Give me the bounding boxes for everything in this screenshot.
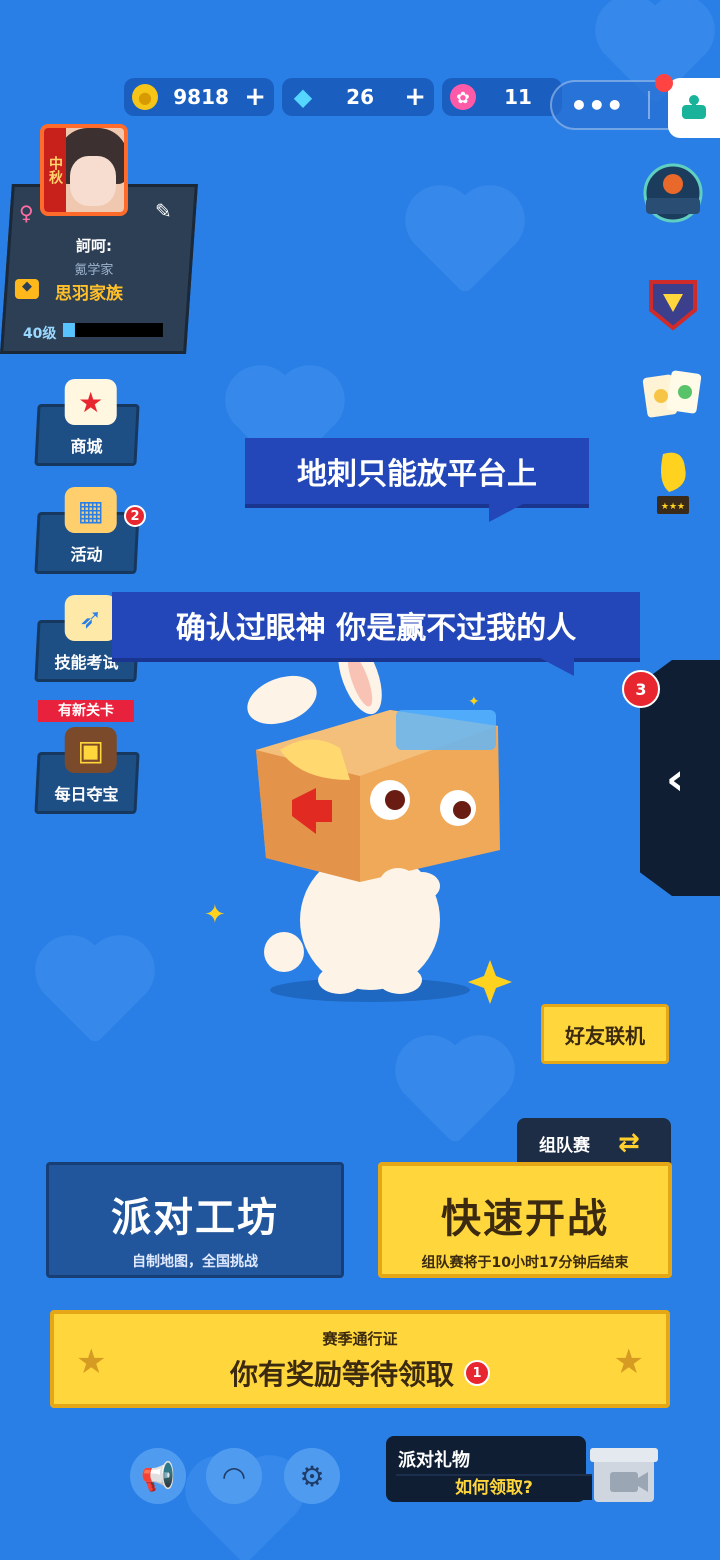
quick-battle-label: 快速开战 <box>441 1196 609 1242</box>
lotus-icon: ✿ <box>450 84 476 110</box>
team-match-label: 组队赛 <box>539 1135 590 1156</box>
settings-button[interactable]: ⚙ <box>284 1448 340 1504</box>
season-pass-message: 你有奖励等待领取 1 <box>230 1353 490 1393</box>
speech-bubble: 确认过眼神 你是赢不过我的人 <box>112 592 640 676</box>
events-button[interactable]: ▦ 活动 <box>34 487 140 574</box>
drawer-badge: 3 <box>622 670 660 708</box>
megaphone-icon: 📢 <box>140 1459 176 1493</box>
diamond-icon: ◆ <box>293 83 313 111</box>
sparkle-icon: ✦ <box>468 694 480 710</box>
party-workshop-button[interactable]: 派对工坊 自制地图，全国挑战 <box>46 1162 344 1278</box>
star-icon: ★ <box>76 1342 107 1382</box>
avatar-festival-badge: 中秋 <box>44 128 66 212</box>
ranking-shield-icon[interactable] <box>640 272 706 338</box>
shop-button[interactable]: ★ 商城 <box>34 379 140 466</box>
player-name: 訶呵: <box>75 237 112 255</box>
sparkle-icon: ✦ <box>204 900 226 930</box>
party-card-promo-icon[interactable] <box>640 160 706 226</box>
capsule-divider <box>647 91 650 119</box>
daily-treasure-label: 每日夺宝 <box>54 785 119 804</box>
female-icon: ♀ <box>18 201 34 225</box>
gift-box-icon[interactable] <box>590 1438 658 1504</box>
gear-icon: ⚙ <box>299 1459 325 1493</box>
player-title: 氪学家 <box>74 263 114 278</box>
season-pass-message-text: 你有奖励等待领取 <box>229 1358 454 1391</box>
friend-online-button[interactable]: 好友联机 <box>541 1004 669 1064</box>
heart-pattern <box>405 1045 505 1145</box>
coin-icon: ● <box>132 84 158 110</box>
switch-mode-icon[interactable]: ⇄ <box>618 1128 640 1158</box>
sneaker-icon: ➶ <box>64 595 117 641</box>
how-to-claim-link[interactable]: 如何领取? <box>396 1474 592 1500</box>
edit-pencil-icon[interactable]: ✎ <box>155 199 172 223</box>
season-pass-badge: 1 <box>464 1360 490 1386</box>
season-pass-banner[interactable]: ★ ★ 赛季通行证 你有奖励等待领取 1 <box>50 1310 670 1408</box>
headset-icon: ◠ <box>221 1459 247 1493</box>
chevron-left-icon: ‹ <box>666 754 685 805</box>
add-gems-icon[interactable]: + <box>404 82 426 112</box>
player-level: 40级 <box>22 326 57 342</box>
notification-dot <box>655 74 673 92</box>
coin-value: 9818 <box>173 85 229 109</box>
more-menu-button[interactable]: ••• <box>570 89 624 122</box>
heart-pattern <box>45 945 145 1045</box>
gamepad-icon[interactable] <box>668 78 720 138</box>
quick-battle-button[interactable]: 快速开战 组队赛将于10小时17分钟后结束 <box>378 1162 672 1278</box>
speech-bubble: 地刺只能放平台上 <box>245 438 589 522</box>
treasure-chest-icon: ▣ <box>64 727 117 773</box>
gem-counter[interactable]: ◆ 26 + <box>282 78 434 116</box>
new-level-tag: 有新关卡 <box>38 700 134 722</box>
guild-name[interactable]: 思羽家族 <box>55 279 123 304</box>
support-button[interactable]: ◠ <box>206 1448 262 1504</box>
events-badge: 2 <box>124 505 146 527</box>
coin-counter[interactable]: ● 9818 + <box>124 78 274 116</box>
megaphone-button[interactable]: 📢 <box>130 1448 186 1504</box>
cards-icon[interactable] <box>640 362 706 428</box>
avatar-face <box>70 156 116 206</box>
season-pass-title: 赛季通行证 <box>322 1330 398 1348</box>
party-gift-panel[interactable]: 派对礼物 如何领取? <box>386 1436 592 1502</box>
xp-progress-bar <box>62 323 163 337</box>
team-match-tab[interactable]: 组队赛 ⇄ <box>517 1118 671 1168</box>
calendar-icon: ▦ <box>64 487 117 533</box>
currency-bar: ● 9818 + ◆ 26 + ✿ 11 <box>124 78 562 116</box>
guild-emblem-icon: ◆ <box>14 279 39 299</box>
svg-text:★★★: ★★★ <box>661 502 685 512</box>
quick-battle-subtitle: 组队赛将于10小时17分钟后结束 <box>421 1255 629 1271</box>
trophy-icon[interactable]: ★★★ <box>640 450 706 516</box>
party-gift-title: 派对礼物 <box>398 1450 470 1471</box>
shop-icon: ★ <box>64 379 117 425</box>
gem-value: 26 <box>346 85 375 109</box>
events-label: 活动 <box>70 545 103 564</box>
star-icon: ★ <box>613 1342 644 1382</box>
avatar[interactable]: 中秋 <box>40 124 128 216</box>
add-coins-icon[interactable]: + <box>244 82 266 112</box>
party-workshop-subtitle: 自制地图，全国挑战 <box>132 1254 258 1270</box>
xp-fill <box>62 323 75 337</box>
lotus-value: 11 <box>504 85 532 109</box>
shop-label: 商城 <box>70 437 103 456</box>
party-workshop-label: 派对工坊 <box>111 1195 279 1241</box>
daily-treasure-button[interactable]: ▣ 每日夺宝 <box>34 727 140 814</box>
lotus-counter[interactable]: ✿ 11 <box>442 78 562 116</box>
heart-pattern <box>415 195 515 295</box>
